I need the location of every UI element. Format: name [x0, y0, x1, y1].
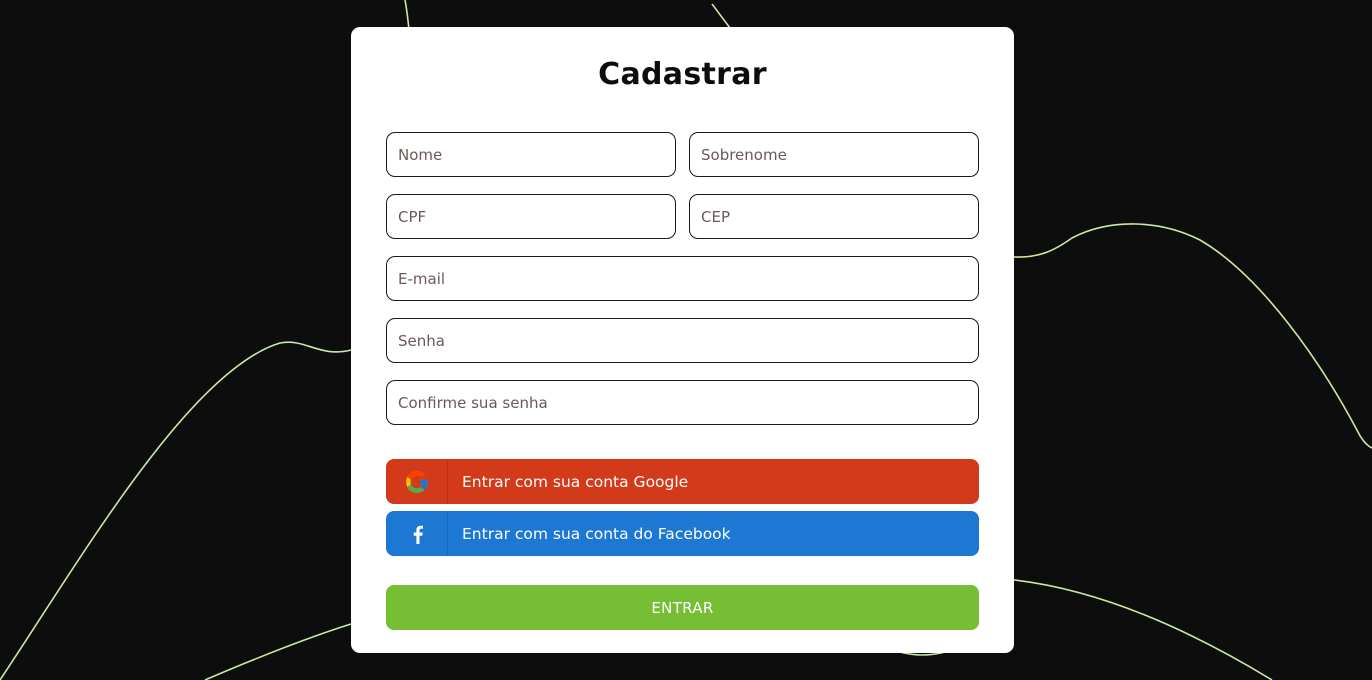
- google-login-button[interactable]: Entrar com sua conta Google: [386, 459, 979, 504]
- submit-button[interactable]: ENTRAR: [386, 585, 979, 630]
- cpf-field: [386, 194, 676, 239]
- page-title: Cadastrar: [598, 57, 767, 92]
- google-icon-box: [386, 459, 448, 504]
- facebook-icon: [413, 525, 423, 544]
- first-name-input[interactable]: [387, 133, 675, 176]
- confirm-password-field: [386, 380, 979, 425]
- confirm-password-input[interactable]: [387, 381, 978, 424]
- google-icon: [405, 470, 428, 493]
- cep-field: [689, 194, 979, 239]
- email-field: [386, 256, 979, 301]
- last-name-input[interactable]: [690, 133, 978, 176]
- facebook-login-label: Entrar com sua conta do Facebook: [462, 524, 731, 543]
- password-field: [386, 318, 979, 363]
- password-input[interactable]: [387, 319, 978, 362]
- cpf-input[interactable]: [387, 195, 675, 238]
- first-name-field: [386, 132, 676, 177]
- cep-input[interactable]: [690, 195, 978, 238]
- signup-card: Cadastrar Entrar com sua conta Google: [351, 27, 1014, 653]
- email-input[interactable]: [387, 257, 978, 300]
- facebook-icon-box: [386, 511, 448, 556]
- last-name-field: [689, 132, 979, 177]
- google-login-label: Entrar com sua conta Google: [462, 472, 689, 491]
- facebook-login-button[interactable]: Entrar com sua conta do Facebook: [386, 511, 979, 556]
